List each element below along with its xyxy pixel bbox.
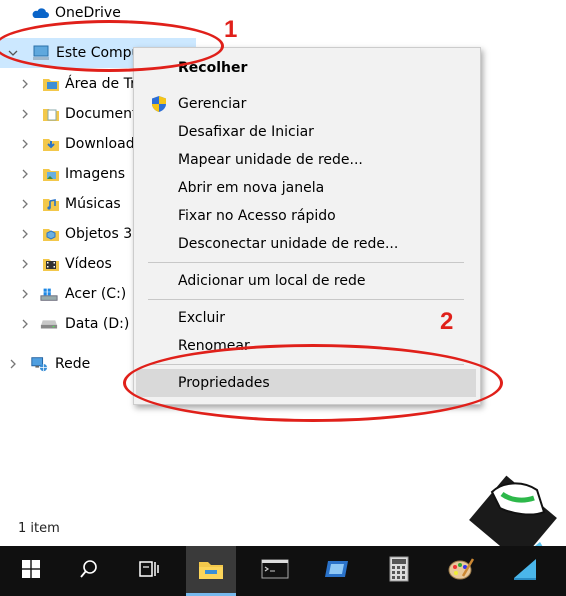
paint-icon (447, 556, 475, 586)
menu-item-add-network-location[interactable]: Adicionar um local de rede (136, 267, 476, 295)
menu-item-pin-quick-access[interactable]: Fixar no Acesso rápido (136, 202, 476, 230)
file-explorer-icon (198, 558, 224, 584)
menu-label: Abrir em nova janela (178, 180, 325, 196)
menu-label: Fixar no Acesso rápido (178, 208, 336, 224)
file-explorer-taskbar-button[interactable] (186, 546, 236, 596)
tree-label: Músicas (65, 196, 121, 212)
menu-item-disconnect-drive[interactable]: Desconectar unidade de rede... (136, 230, 476, 258)
menu-item-unpin-start[interactable]: Desafixar de Iniciar (136, 118, 476, 146)
store-icon (511, 556, 539, 586)
chevron-right-icon[interactable] (6, 357, 20, 371)
menu-separator (148, 262, 464, 263)
desktop-folder-icon (42, 75, 60, 93)
windows-drive-icon (40, 285, 58, 303)
annotation-number-1: 1 (224, 16, 238, 43)
chevron-right-icon[interactable] (18, 227, 32, 241)
windows-start-icon (21, 559, 41, 583)
tree-label: Vídeos (65, 256, 112, 272)
menu-item-delete[interactable]: Excluir (136, 304, 476, 332)
status-item-count: 1 item (18, 521, 60, 536)
annotation-ellipse-1 (0, 20, 224, 72)
menu-label: Desconectar unidade de rede... (178, 236, 399, 252)
tree-label: OneDrive (55, 5, 121, 21)
menu-item-open-new-window[interactable]: Abrir em nova janela (136, 174, 476, 202)
search-button[interactable] (64, 546, 114, 596)
task-view-button[interactable] (124, 546, 174, 596)
menu-item-manage[interactable]: Gerenciar (136, 90, 476, 118)
chevron-right-icon[interactable] (18, 77, 32, 91)
chevron-right-icon[interactable] (18, 137, 32, 151)
taskbar (0, 546, 566, 596)
music-folder-icon (42, 195, 60, 213)
calculator-taskbar-button[interactable] (374, 546, 424, 596)
chevron-right-icon[interactable] (18, 257, 32, 271)
tree-label: Download (65, 136, 135, 152)
tree-label: Imagens (65, 166, 126, 182)
drive-icon (40, 315, 58, 333)
app-icon (323, 558, 351, 584)
videos-folder-icon (42, 255, 60, 273)
calculator-icon (388, 556, 410, 586)
terminal-taskbar-button[interactable] (250, 546, 300, 596)
task-view-icon (138, 559, 160, 583)
chevron-right-icon[interactable] (18, 107, 32, 121)
chevron-right-icon[interactable] (18, 167, 32, 181)
tree-label: Objetos 3D (65, 226, 143, 242)
chevron-right-icon[interactable] (18, 317, 32, 331)
documents-folder-icon (42, 105, 60, 123)
tree-label: Rede (55, 356, 91, 372)
app-taskbar-button[interactable] (312, 546, 362, 596)
shield-icon (150, 95, 168, 113)
tree-label: Área de Tr (65, 76, 136, 92)
menu-label: Desafixar de Iniciar (178, 124, 314, 140)
3d-objects-folder-icon (42, 225, 60, 243)
start-button[interactable] (6, 546, 56, 596)
cloud-icon (31, 4, 49, 22)
chevron-right-icon[interactable] (18, 197, 32, 211)
menu-label: Gerenciar (178, 96, 247, 112)
terminal-icon (261, 558, 289, 584)
menu-label: Excluir (178, 310, 225, 326)
network-icon (30, 355, 48, 373)
annotation-ellipse-2 (123, 344, 503, 422)
store-taskbar-button[interactable] (500, 546, 550, 596)
menu-label: Mapear unidade de rede... (178, 152, 363, 168)
tree-label: Document (65, 106, 138, 122)
downloads-folder-icon (42, 135, 60, 153)
tree-label: Data (D:) (65, 316, 130, 332)
annotation-number-2: 2 (440, 308, 454, 335)
menu-item-map-drive[interactable]: Mapear unidade de rede... (136, 146, 476, 174)
menu-label: Adicionar um local de rede (178, 273, 366, 289)
pictures-folder-icon (42, 165, 60, 183)
menu-separator (148, 299, 464, 300)
tree-label: Acer (C:) (65, 286, 127, 302)
chevron-right-icon[interactable] (18, 287, 32, 301)
search-icon (79, 559, 99, 583)
paint-taskbar-button[interactable] (436, 546, 486, 596)
